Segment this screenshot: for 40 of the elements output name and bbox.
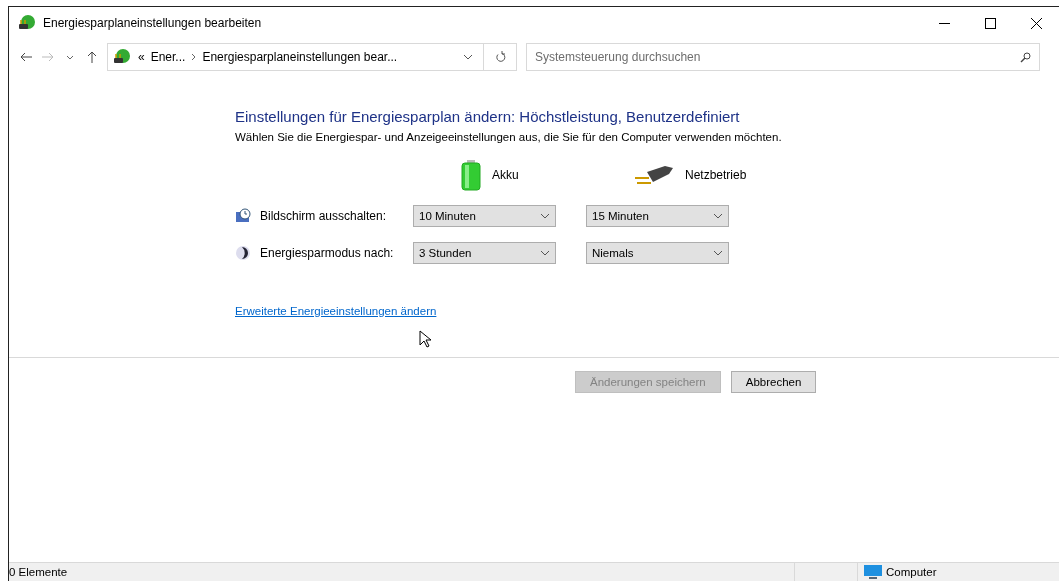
chevron-down-icon xyxy=(713,250,723,256)
description-text: Wählen Sie die Energiespar- und Anzeigeeinstellungen aus, die Sie für den Computer verwenden möchten. xyxy=(235,131,783,143)
dropdown[interactable]: Niemals xyxy=(586,242,729,264)
setting-label: Energiesparmodus nach: xyxy=(260,246,394,260)
moon-icon xyxy=(235,245,251,261)
breadcrumb-overflow[interactable]: « xyxy=(138,50,145,64)
mouse-cursor-icon xyxy=(419,330,431,348)
monitor-icon xyxy=(864,565,882,579)
page-heading: Einstellungen für Energiesparplan ändern: Höchstleistung, Benutzerdefiniert xyxy=(235,108,741,125)
button[interactable]: Abbrechen xyxy=(730,371,817,393)
column-label: Netzbetrieb xyxy=(685,168,747,182)
status-location: Computer xyxy=(886,566,937,578)
maximize-icon xyxy=(984,17,996,29)
chevron-down-icon xyxy=(713,213,723,219)
close-icon xyxy=(1030,17,1042,29)
chevron-down-icon xyxy=(540,250,550,256)
chevron-down-icon[interactable] xyxy=(463,54,473,60)
column-label: Akku xyxy=(492,168,519,182)
battery-icon xyxy=(460,159,482,191)
plug-icon xyxy=(633,164,675,186)
status-item-count: 0 Elemente xyxy=(9,566,69,578)
dropdown[interactable]: 15 Minuten xyxy=(586,205,729,227)
address-bar[interactable]: « Ener... Energiesparplaneinstellungen bear... xyxy=(107,43,517,71)
dropdown[interactable]: 10 Minuten xyxy=(413,205,556,227)
refresh-icon[interactable] xyxy=(494,51,506,63)
setting-label: Bildschirm ausschalten: xyxy=(260,209,387,223)
search-icon xyxy=(1020,51,1031,63)
clock-monitor-icon xyxy=(235,208,251,224)
dropdown[interactable]: 3 Stunden xyxy=(413,242,556,264)
minimize-icon xyxy=(938,22,950,24)
breadcrumb[interactable]: Energiesparplaneinstellungen bear... xyxy=(202,50,398,64)
breadcrumb[interactable]: Ener... xyxy=(150,50,186,64)
back-arrow-icon[interactable] xyxy=(20,52,32,62)
up-arrow-icon[interactable] xyxy=(87,51,97,63)
chevron-down-icon[interactable] xyxy=(66,54,74,60)
advanced-settings-link[interactable]: Erweiterte Energieeinstellungen ändern xyxy=(235,305,437,317)
search-field[interactable]: Systemsteuerung durchsuchen xyxy=(526,43,1040,71)
window-title: Energiesparplaneinstellungen bearbeiten xyxy=(43,16,263,30)
chevron-right-icon xyxy=(191,53,197,61)
chevron-down-icon xyxy=(540,213,550,219)
